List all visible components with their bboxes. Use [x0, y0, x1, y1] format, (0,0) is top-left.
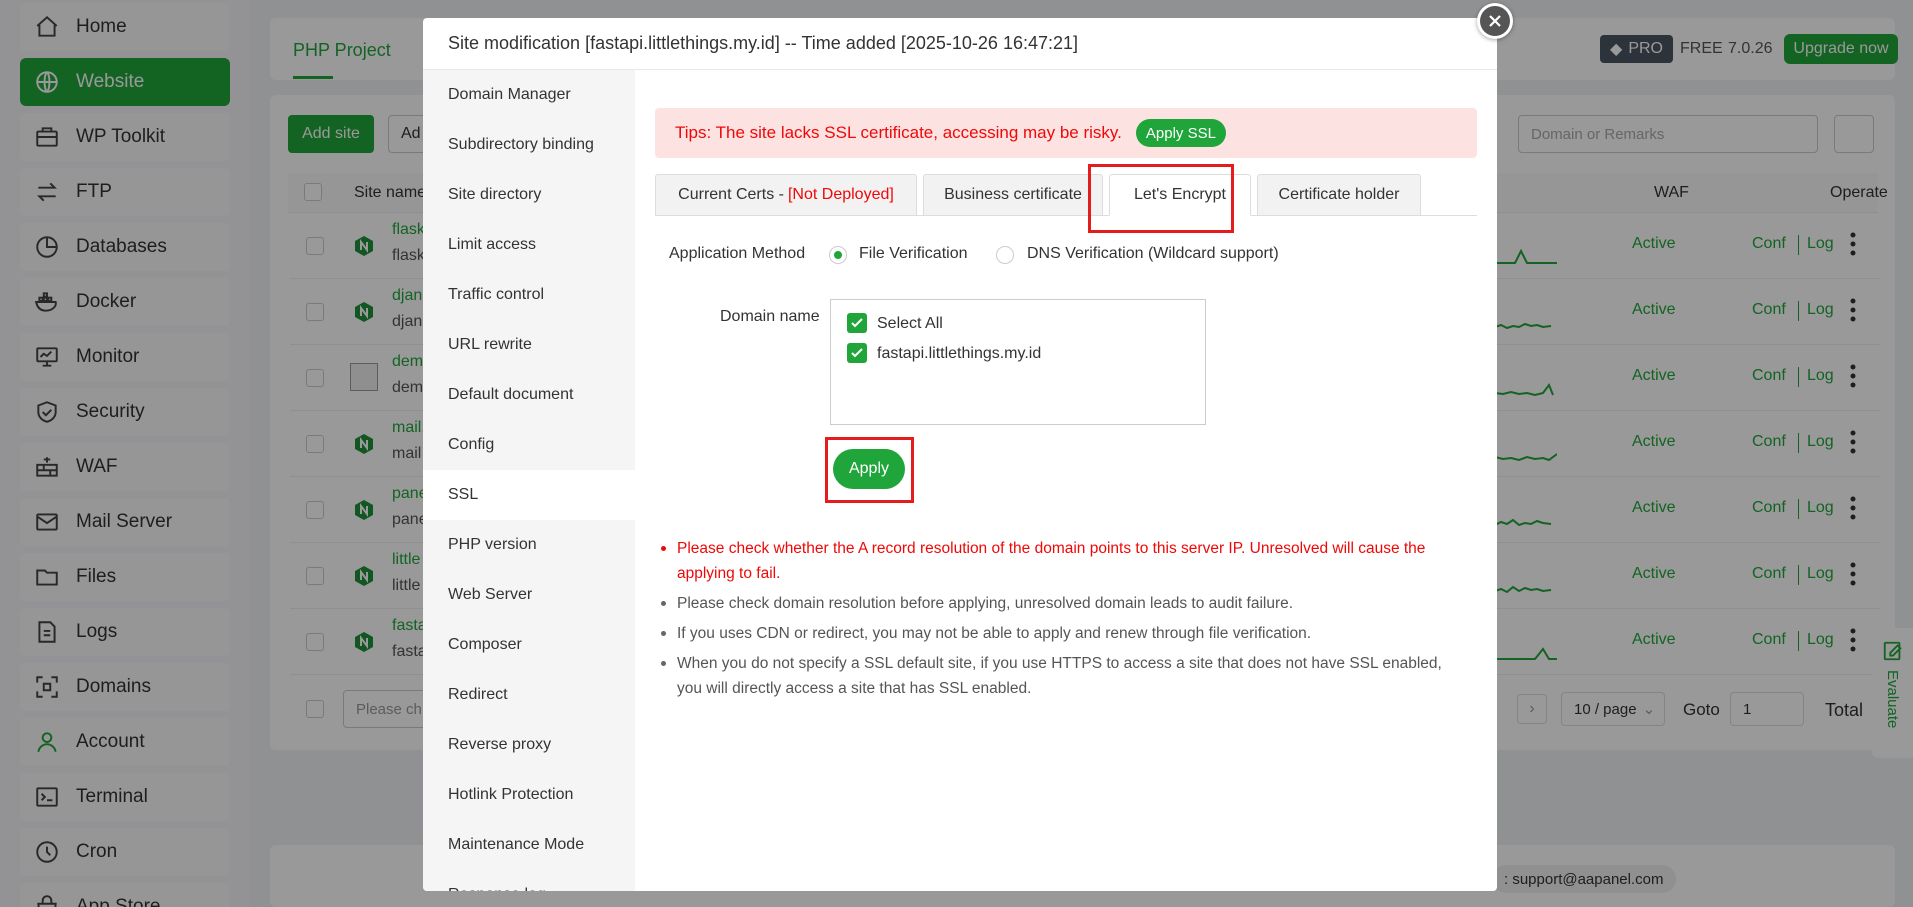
- note-item: If you uses CDN or redirect, you may not…: [657, 621, 1467, 646]
- menu-item-url-rewrite[interactable]: URL rewrite: [423, 320, 635, 370]
- select-all-label[interactable]: Select All: [877, 315, 943, 333]
- highlight-box-apply: [825, 437, 914, 503]
- dialog-menu: Domain Manager Subdirectory binding Site…: [423, 70, 635, 891]
- menu-item-response-log[interactable]: Response log: [423, 870, 635, 891]
- note-item: Please check whether the A record resolu…: [657, 536, 1467, 586]
- dialog-title: Site modification [fastapi.littlethings.…: [423, 18, 1497, 70]
- ssl-warning-banner: Tips: The site lacks SSL certificate, ac…: [655, 108, 1477, 158]
- menu-item-redirect[interactable]: Redirect: [423, 670, 635, 720]
- ssl-tabs: Current Certs - [Not Deployed] Business …: [655, 174, 1477, 216]
- tab-certificate-holder[interactable]: Certificate holder: [1257, 174, 1421, 216]
- domain-name-label: Domain name: [720, 308, 820, 325]
- domain-list: Select All fastapi.littlethings.my.id: [830, 299, 1206, 425]
- menu-item-subdirectory-binding[interactable]: Subdirectory binding: [423, 120, 635, 170]
- site-modification-dialog: Site modification [fastapi.littlethings.…: [423, 18, 1497, 891]
- menu-item-site-directory[interactable]: Site directory: [423, 170, 635, 220]
- close-dialog-button[interactable]: [1477, 3, 1513, 39]
- highlight-box-lets-encrypt: [1088, 164, 1234, 233]
- dns-verification-label[interactable]: DNS Verification (Wildcard support): [1027, 245, 1279, 263]
- radio-dns-verification[interactable]: [996, 246, 1014, 264]
- close-icon: [1489, 15, 1501, 27]
- menu-item-reverse-proxy[interactable]: Reverse proxy: [423, 720, 635, 770]
- select-all-checkbox[interactable]: [847, 313, 867, 333]
- menu-item-maintenance-mode[interactable]: Maintenance Mode: [423, 820, 635, 870]
- note-item: Please check domain resolution before ap…: [657, 591, 1467, 616]
- ssl-notes: Please check whether the A record resolu…: [657, 536, 1467, 706]
- menu-item-php-version[interactable]: PHP version: [423, 520, 635, 570]
- ssl-panel: Tips: The site lacks SSL certificate, ac…: [635, 70, 1497, 891]
- application-method-label: Application Method: [669, 245, 806, 262]
- menu-item-config[interactable]: Config: [423, 420, 635, 470]
- menu-item-hotlink-protection[interactable]: Hotlink Protection: [423, 770, 635, 820]
- checkmark-icon: [851, 318, 863, 328]
- file-verification-label[interactable]: File Verification: [859, 245, 968, 263]
- menu-item-domain-manager[interactable]: Domain Manager: [423, 70, 635, 120]
- domain-checkbox[interactable]: [847, 343, 867, 363]
- menu-item-traffic-control[interactable]: Traffic control: [423, 270, 635, 320]
- menu-item-web-server[interactable]: Web Server: [423, 570, 635, 620]
- menu-item-ssl[interactable]: SSL: [423, 470, 635, 520]
- menu-item-default-document[interactable]: Default document: [423, 370, 635, 420]
- radio-file-verification[interactable]: [829, 246, 847, 264]
- not-deployed-label: [Not Deployed]: [787, 186, 894, 203]
- menu-item-limit-access[interactable]: Limit access: [423, 220, 635, 270]
- menu-item-composer[interactable]: Composer: [423, 620, 635, 670]
- checkmark-icon: [851, 348, 863, 358]
- apply-ssl-button[interactable]: Apply SSL: [1135, 119, 1226, 147]
- domain-label[interactable]: fastapi.littlethings.my.id: [877, 345, 1041, 363]
- tab-business-certificate[interactable]: Business certificate: [923, 174, 1103, 216]
- note-item: When you do not specify a SSL default si…: [657, 651, 1467, 701]
- tab-current-certs[interactable]: Current Certs - [Not Deployed]: [655, 174, 917, 216]
- warning-text: Tips: The site lacks SSL certificate, ac…: [675, 123, 1122, 142]
